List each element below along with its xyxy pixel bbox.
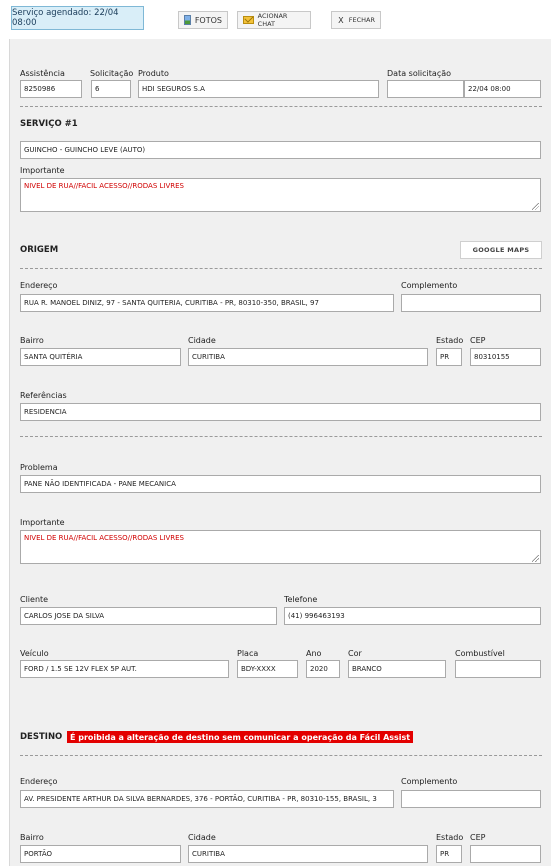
- photo-icon: [184, 15, 191, 25]
- origem-estado-field[interactable]: PR: [436, 348, 462, 366]
- acionar-chat-button[interactable]: ACIONAR CHAT: [237, 11, 311, 29]
- problema-importante-text: NIVEL DE RUA//FACIL ACESSO//RODAS LIVRES: [24, 534, 184, 542]
- fechar-label: FECHAR: [348, 16, 375, 24]
- destino-complemento-field[interactable]: [401, 790, 541, 808]
- fechar-button[interactable]: X FECHAR: [331, 11, 381, 29]
- data-solicitacao-time-field[interactable]: 22/04 08:00: [464, 80, 541, 98]
- combustivel-label: Combustível: [455, 649, 505, 658]
- origem-bairro-field[interactable]: SANTA QUITÉRIA: [20, 348, 181, 366]
- destino-cep-field[interactable]: [470, 845, 541, 863]
- origem-cidade-field[interactable]: CURITIBA: [188, 348, 428, 366]
- servico-tipo-field[interactable]: GUINCHO - GUINCHO LEVE (AUTO): [20, 141, 541, 159]
- telefone-field[interactable]: (41) 996463193: [284, 607, 541, 625]
- destino-estado-field[interactable]: PR: [436, 845, 462, 863]
- assistencia-label: Assistência: [20, 69, 65, 78]
- divider: [20, 268, 542, 269]
- origem-cep-label: CEP: [470, 336, 486, 345]
- telefone-label: Telefone: [284, 595, 318, 604]
- divider: [20, 436, 542, 437]
- scheduled-status-badge: Serviço agendado: 22/04 08:00: [11, 6, 144, 30]
- placa-label: Placa: [237, 649, 259, 658]
- solicitacao-field[interactable]: 6: [91, 80, 131, 98]
- solicitacao-label: Solicitação: [90, 69, 134, 78]
- cor-label: Cor: [348, 649, 362, 658]
- placa-field[interactable]: BDY-XXXX: [237, 660, 298, 678]
- origem-endereco-label: Endereço: [20, 281, 58, 290]
- chat-label: ACIONAR CHAT: [257, 12, 288, 28]
- servico-importante-label: Importante: [20, 166, 65, 175]
- combustivel-field[interactable]: [455, 660, 541, 678]
- produto-label: Produto: [138, 69, 169, 78]
- origem-cidade-label: Cidade: [188, 336, 216, 345]
- veiculo-label: Veículo: [20, 649, 49, 658]
- destino-complemento-label: Complemento: [401, 777, 458, 786]
- resize-grip-icon[interactable]: [532, 555, 539, 562]
- destino-cidade-label: Cidade: [188, 833, 216, 842]
- problema-field[interactable]: PANE NÃO IDENTIFICADA - PANE MECANICA: [20, 475, 541, 493]
- origem-title: ORIGEM: [20, 245, 59, 255]
- problema-importante-textarea[interactable]: NIVEL DE RUA//FACIL ACESSO//RODAS LIVRES: [20, 530, 541, 564]
- destino-bairro-field[interactable]: PORTÃO: [20, 845, 181, 863]
- cor-field[interactable]: BRANCO: [348, 660, 446, 678]
- fotos-label: FOTOS: [194, 15, 222, 25]
- origem-bairro-label: Bairro: [20, 336, 44, 345]
- veiculo-field[interactable]: FORD / 1.5 SE 12V FLEX 5P AUT.: [20, 660, 229, 678]
- divider: [20, 106, 542, 107]
- fotos-button[interactable]: FOTOS: [178, 11, 228, 29]
- destino-endereco-field[interactable]: AV. PRESIDENTE ARTHUR DA SILVA BERNARDES…: [20, 790, 394, 808]
- cliente-field[interactable]: CARLOS JOSE DA SILVA: [20, 607, 277, 625]
- destino-title: DESTINO: [20, 732, 63, 742]
- origem-referencias-field[interactable]: RESIDENCIA: [20, 403, 541, 421]
- destino-estado-label: Estado: [436, 833, 464, 842]
- origem-complemento-label: Complemento: [401, 281, 458, 290]
- destino-warning-badge: É proibida a alteração de destino sem co…: [67, 731, 414, 743]
- destino-endereco-label: Endereço: [20, 777, 58, 786]
- destino-bairro-label: Bairro: [20, 833, 44, 842]
- ano-field[interactable]: 2020: [306, 660, 340, 678]
- origem-complemento-field[interactable]: [401, 294, 541, 312]
- envelope-icon: [243, 16, 254, 24]
- assistencia-field[interactable]: 8250986: [20, 80, 82, 98]
- service-form-panel: Assistência 8250986 Solicitação 6 Produt…: [9, 39, 551, 866]
- origem-endereco-field[interactable]: RUA R. MANOEL DINIZ, 97 - SANTA QUITERIA…: [20, 294, 394, 312]
- servico-title: SERVIÇO #1: [20, 119, 78, 129]
- origem-estado-label: Estado: [436, 336, 464, 345]
- data-solicitacao-label: Data solicitação: [387, 69, 452, 78]
- resize-grip-icon[interactable]: [532, 203, 539, 210]
- problema-label: Problema: [20, 463, 58, 472]
- origem-referencias-label: Referências: [20, 391, 67, 400]
- servico-importante-textarea[interactable]: NIVEL DE RUA//FACIL ACESSO//RODAS LIVRES: [20, 178, 541, 212]
- servico-importante-text: NIVEL DE RUA//FACIL ACESSO//RODAS LIVRES: [24, 182, 184, 190]
- produto-field[interactable]: HDI SEGUROS S.A: [138, 80, 379, 98]
- data-solicitacao-date-field[interactable]: [387, 80, 464, 98]
- destino-cep-label: CEP: [470, 833, 486, 842]
- origem-cep-field[interactable]: 80310155: [470, 348, 541, 366]
- destino-cidade-field[interactable]: CURITIBA: [188, 845, 428, 863]
- cliente-label: Cliente: [20, 595, 49, 604]
- divider: [20, 755, 542, 756]
- problema-importante-label: Importante: [20, 518, 65, 527]
- google-maps-button[interactable]: GOOGLE MAPS: [460, 241, 542, 259]
- ano-label: Ano: [306, 649, 322, 658]
- close-icon: X: [338, 15, 344, 25]
